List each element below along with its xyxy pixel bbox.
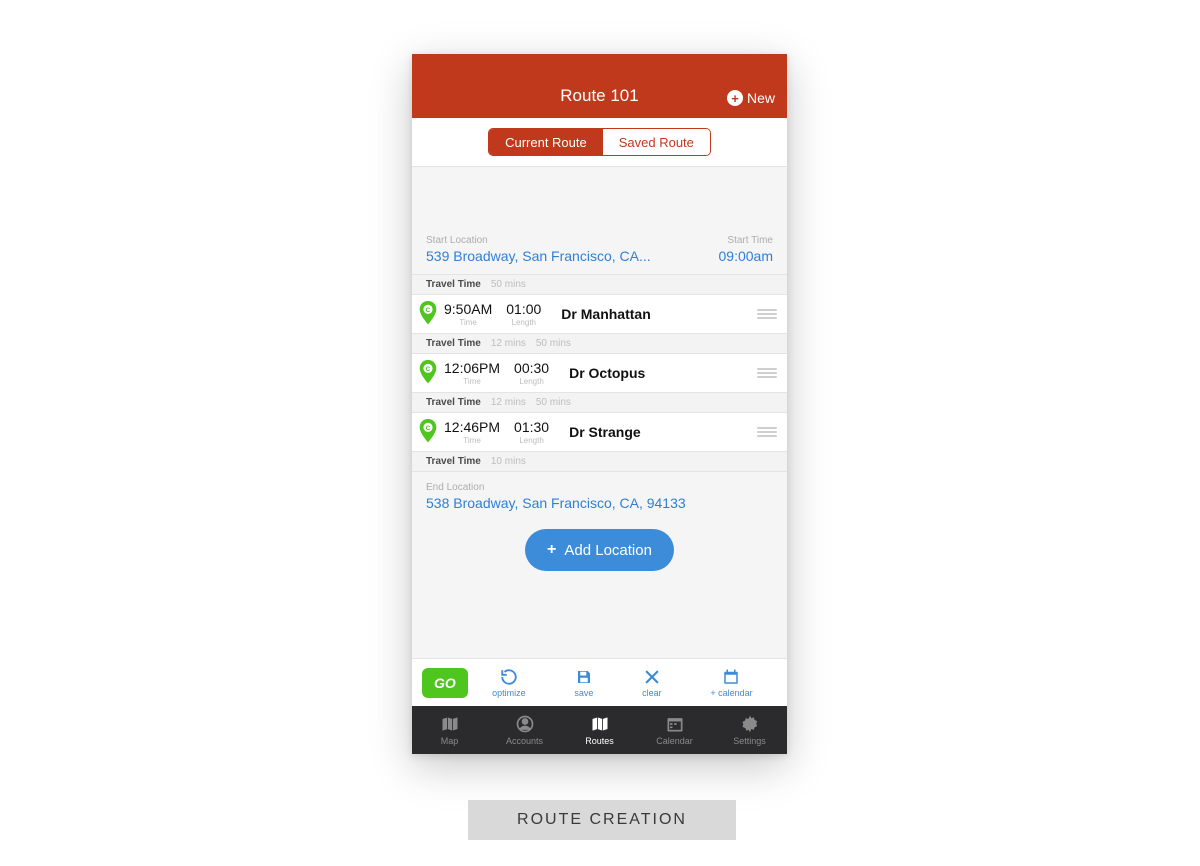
nav-map[interactable]: Map <box>412 706 487 754</box>
calendar-nav-icon <box>665 714 685 734</box>
svg-text:C: C <box>426 307 431 314</box>
app-header: Route 101 + New <box>412 54 787 118</box>
drag-handle-icon[interactable] <box>757 309 777 319</box>
length-sublabel: Length <box>519 377 543 386</box>
nav-routes-label: Routes <box>585 736 614 746</box>
travel-time-prefix: Travel Time <box>426 279 481 290</box>
travel-time-row: Travel Time 50 mins <box>412 275 787 295</box>
travel-time-row: Travel Time 12 mins 50 mins <box>412 334 787 354</box>
image-caption: ROUTE CREATION <box>468 800 736 840</box>
start-address: 539 Broadway, San Francisco, CA... <box>426 248 709 264</box>
plus-icon: + <box>547 541 556 559</box>
save-icon <box>575 668 593 686</box>
nav-calendar[interactable]: Calendar <box>637 706 712 754</box>
stop-row[interactable]: C 9:50AM Time 01:00 Length Dr Manhattan <box>412 295 787 334</box>
optimize-button[interactable]: optimize <box>492 668 526 698</box>
travel-time-prefix: Travel Time <box>426 397 481 408</box>
tab-current-route[interactable]: Current Route <box>489 129 603 155</box>
stop-time-value: 12:06PM <box>444 360 500 376</box>
start-time-label: Start Time <box>719 235 773 246</box>
map-icon <box>440 714 460 734</box>
nav-settings-label: Settings <box>733 736 766 746</box>
time-sublabel: Time <box>463 377 480 386</box>
location-pin-icon: C <box>418 360 438 386</box>
add-location-button[interactable]: + Add Location <box>525 529 674 571</box>
calendar-icon <box>722 668 740 686</box>
svg-text:C: C <box>426 425 431 432</box>
stop-name: Dr Octopus <box>563 365 757 381</box>
end-address: 538 Broadway, San Francisco, CA, 94133 <box>426 495 773 511</box>
add-calendar-label: + calendar <box>710 688 752 698</box>
length-sublabel: Length <box>519 436 543 445</box>
travel-time-prefix: Travel Time <box>426 338 481 349</box>
stop-name: Dr Manhattan <box>555 306 757 322</box>
stop-time-value: 12:46PM <box>444 419 500 435</box>
travel-time-prefix: Travel Time <box>426 456 481 467</box>
length-sublabel: Length <box>512 318 536 327</box>
tab-bar: Current Route Saved Route <box>412 118 787 167</box>
segmented-control: Current Route Saved Route <box>488 128 711 156</box>
save-button[interactable]: save <box>574 668 593 698</box>
travel-primary: 50 mins <box>491 279 526 290</box>
add-to-calendar-button[interactable]: + calendar <box>710 668 752 698</box>
new-button-label: New <box>747 90 775 106</box>
start-location-block[interactable]: Start Location 539 Broadway, San Francis… <box>412 167 787 275</box>
final-travel-value: 10 mins <box>491 456 526 467</box>
page-title: Route 101 <box>560 86 638 106</box>
add-location-label: Add Location <box>564 542 652 559</box>
location-pin-icon: C <box>418 301 438 327</box>
go-button[interactable]: GO <box>422 668 468 698</box>
optimize-icon <box>500 668 518 686</box>
end-location-label: End Location <box>426 482 773 493</box>
travel-time-row: Travel Time 12 mins 50 mins <box>412 393 787 413</box>
final-travel-row: Travel Time 10 mins <box>412 452 787 472</box>
stop-length-value: 00:30 <box>514 360 549 376</box>
stop-length-value: 01:30 <box>514 419 549 435</box>
start-location-label: Start Location <box>426 235 709 246</box>
save-label: save <box>574 688 593 698</box>
nav-accounts[interactable]: Accounts <box>487 706 562 754</box>
stop-time-value: 9:50AM <box>444 301 492 317</box>
new-route-button[interactable]: + New <box>727 90 775 106</box>
nav-routes[interactable]: Routes <box>562 706 637 754</box>
travel-primary: 12 mins <box>491 397 526 408</box>
drag-handle-icon[interactable] <box>757 368 777 378</box>
phone-frame: Route 101 + New Current Route Saved Rout… <box>412 54 787 754</box>
clear-icon <box>643 668 661 686</box>
stop-length-value: 01:00 <box>506 301 541 317</box>
route-content: Start Location 539 Broadway, San Francis… <box>412 167 787 754</box>
nav-calendar-label: Calendar <box>656 736 693 746</box>
routes-icon <box>590 714 610 734</box>
optimize-label: optimize <box>492 688 526 698</box>
time-sublabel: Time <box>459 318 476 327</box>
nav-settings[interactable]: Settings <box>712 706 787 754</box>
drag-handle-icon[interactable] <box>757 427 777 437</box>
stop-row[interactable]: C 12:46PM Time 01:30 Length Dr Strange <box>412 413 787 452</box>
clear-button[interactable]: clear <box>642 668 662 698</box>
accounts-icon <box>515 714 535 734</box>
clear-label: clear <box>642 688 662 698</box>
settings-icon <box>740 714 760 734</box>
tab-saved-route[interactable]: Saved Route <box>603 129 710 155</box>
stop-row[interactable]: C 12:06PM Time 00:30 Length Dr Octopus <box>412 354 787 393</box>
time-sublabel: Time <box>463 436 480 445</box>
location-pin-icon: C <box>418 419 438 445</box>
plus-circle-icon: + <box>727 90 743 106</box>
action-bar: GO optimize save clear + calendar <box>412 658 787 706</box>
svg-text:C: C <box>426 366 431 373</box>
stop-name: Dr Strange <box>563 424 757 440</box>
bottom-nav: Map Accounts Routes Calendar Settings <box>412 706 787 754</box>
travel-secondary: 50 mins <box>536 397 571 408</box>
end-location-block[interactable]: End Location 538 Broadway, San Francisco… <box>412 472 787 611</box>
travel-primary: 12 mins <box>491 338 526 349</box>
nav-accounts-label: Accounts <box>506 736 543 746</box>
nav-map-label: Map <box>441 736 459 746</box>
start-time-value: 09:00am <box>719 248 773 264</box>
travel-secondary: 50 mins <box>536 338 571 349</box>
